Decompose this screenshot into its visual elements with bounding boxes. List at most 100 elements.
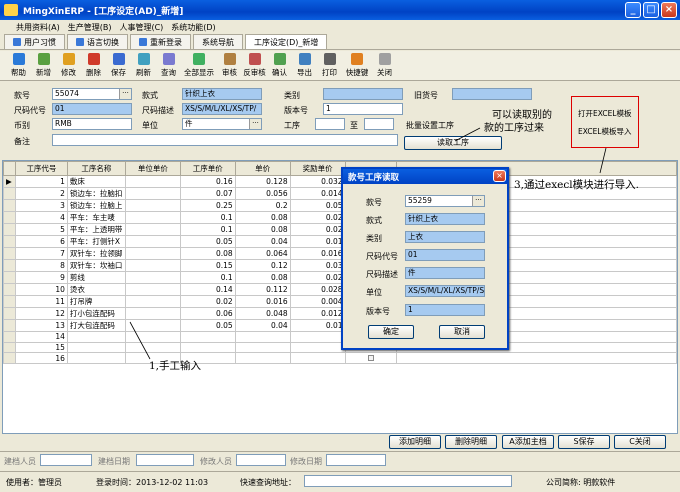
close-bottom-button[interactable]: C关闭: [614, 435, 666, 449]
cell-name[interactable]: 锁边车：拉脑扣: [66, 187, 126, 200]
toolbar-approve-button[interactable]: 审核: [217, 51, 242, 80]
col-header-unit-price[interactable]: 单位单价: [124, 161, 181, 176]
lookup-icon[interactable]: ···: [249, 119, 261, 129]
cell-unit-price[interactable]: [124, 175, 181, 188]
process-to-input[interactable]: [364, 118, 394, 130]
tab-navigation[interactable]: 系统导航: [193, 34, 243, 49]
cell-process-price[interactable]: 0.1: [179, 211, 236, 224]
toolbar-refresh-button[interactable]: 刷新: [131, 51, 156, 80]
cell-unit-price[interactable]: [124, 271, 181, 284]
table-row[interactable]: 4 平车：车主唛 0.1 0.08 0.02: [3, 211, 677, 224]
cell-process-price[interactable]: 0.02: [179, 295, 236, 308]
cell-unit-price[interactable]: [124, 199, 181, 212]
cell-bonus-price[interactable]: 0.032: [289, 175, 346, 188]
cell-price[interactable]: 0.2: [234, 199, 291, 212]
dialog-ok-button[interactable]: 确定: [368, 325, 414, 339]
cell-name[interactable]: 打吊牌: [66, 295, 126, 308]
excel-import-button[interactable]: EXCEL模板导入: [578, 126, 632, 137]
table-row[interactable]: 12 打小包连配码 0.06 0.048 0.012: [3, 307, 677, 320]
cell-name[interactable]: [66, 352, 126, 365]
cell-code[interactable]: 15: [14, 341, 68, 354]
cell-bonus-price[interactable]: 0.01: [289, 319, 346, 332]
dialog-unit-input[interactable]: XS/S/M/L/XL/XS/TP/S: [405, 285, 485, 297]
col-header-code[interactable]: 工序代号: [14, 161, 68, 176]
tab-relogin[interactable]: 重新登录: [130, 34, 191, 49]
cell-check[interactable]: [344, 352, 398, 365]
cell-price[interactable]: [234, 341, 291, 354]
cell-bonus-price[interactable]: 0.02: [289, 223, 346, 236]
cell-process-price[interactable]: 0.07: [179, 187, 236, 200]
lookup-icon[interactable]: ···: [472, 196, 484, 206]
menu-item-hr[interactable]: 人事管理(C): [119, 22, 163, 33]
cell-name[interactable]: 打小包连配码: [66, 307, 126, 320]
cell-bonus-price[interactable]: 0.014: [289, 187, 346, 200]
toolbar-confirm-button[interactable]: 确认: [267, 51, 292, 80]
unit-input[interactable]: 件 ···: [182, 118, 262, 130]
cell-price[interactable]: 0.056: [234, 187, 291, 200]
cell-process-price[interactable]: 0.06: [179, 307, 236, 320]
cell-price[interactable]: 0.112: [234, 283, 291, 296]
cell-unit-price[interactable]: [124, 235, 181, 248]
checkbox[interactable]: [368, 354, 375, 361]
toolbar-help-button[interactable]: 帮助: [6, 51, 31, 80]
read-process-button[interactable]: 读取工序: [404, 136, 502, 150]
old-item-input[interactable]: [452, 88, 532, 100]
cell-bonus-price[interactable]: 0.004: [289, 295, 346, 308]
cell-name[interactable]: 平车：车主唛: [66, 211, 126, 224]
add-detail-button[interactable]: 添加明细: [389, 435, 441, 449]
cell-name[interactable]: 双针车：拉领脚: [66, 247, 126, 260]
cell-price[interactable]: 0.048: [234, 307, 291, 320]
cell-price[interactable]: 0.08: [234, 271, 291, 284]
toolbar-save-button[interactable]: 保存: [106, 51, 131, 80]
open-excel-template-button[interactable]: 打开EXCEL模板: [578, 108, 632, 119]
cell-price[interactable]: 0.016: [234, 295, 291, 308]
cell-process-price[interactable]: [179, 341, 236, 354]
col-header-process-price[interactable]: 工序单价: [179, 161, 236, 176]
table-row[interactable]: 5 平车：上透明带 0.1 0.08 0.02: [3, 223, 677, 236]
cell-name[interactable]: [66, 331, 126, 343]
menu-item-system[interactable]: 系统功能(D): [171, 22, 215, 33]
cell-name[interactable]: 剪线: [66, 271, 126, 284]
cell-price[interactable]: 0.08: [234, 223, 291, 236]
maximize-button[interactable]: □: [643, 2, 659, 18]
cell-price[interactable]: 0.04: [234, 235, 291, 248]
cell-bonus-price[interactable]: [289, 341, 346, 354]
tab-process-setup[interactable]: 工序设定(D)_新增: [245, 34, 328, 49]
table-row[interactable]: 14: [3, 331, 677, 343]
menu-item-common[interactable]: 共用资料(A): [16, 22, 60, 33]
dialog-style-input[interactable]: 针织上衣: [405, 213, 485, 225]
cell-code[interactable]: 3: [14, 199, 68, 212]
currency-input[interactable]: RMB: [52, 118, 132, 130]
dialog-size-desc-input[interactable]: 件: [405, 267, 485, 279]
toolbar-query-button[interactable]: 查询: [156, 51, 181, 80]
cell-unit-price[interactable]: [124, 331, 181, 343]
dialog-cancel-button[interactable]: 取消: [439, 325, 485, 339]
toolbar-edit-button[interactable]: 修改: [56, 51, 81, 80]
cell-process-price[interactable]: 0.05: [179, 319, 236, 332]
cell-code[interactable]: 9: [14, 271, 68, 284]
cell-code[interactable]: 11: [14, 295, 68, 308]
toolbar-shortcut-button[interactable]: 快捷键: [342, 51, 372, 80]
cell-code[interactable]: 10: [14, 283, 68, 296]
toolbar-export-button[interactable]: 导出: [292, 51, 317, 80]
toolbar-new-button[interactable]: 新增: [31, 51, 56, 80]
cell-name[interactable]: 烫衣: [66, 283, 126, 296]
table-row[interactable]: 13 打大包连配码 0.05 0.04 0.01: [3, 319, 677, 332]
table-row[interactable]: 9 剪线 0.1 0.08 0.02: [3, 271, 677, 284]
cell-unit-price[interactable]: [124, 259, 181, 272]
cell-process-price[interactable]: 0.15: [179, 259, 236, 272]
process-from-input[interactable]: [315, 118, 345, 130]
style-input[interactable]: 针织上衣: [182, 88, 262, 100]
table-row[interactable]: 10 烫衣 0.14 0.112 0.028: [3, 283, 677, 296]
toolbar-unapprove-button[interactable]: 反审核: [242, 51, 267, 80]
cell-unit-price[interactable]: [124, 295, 181, 308]
dialog-close-button[interactable]: ×: [493, 170, 506, 182]
style-no-input[interactable]: 55074 ···: [52, 88, 132, 100]
dialog-style-no-input[interactable]: 55259 ···: [405, 195, 485, 207]
cell-code[interactable]: 5: [14, 223, 68, 236]
cell-bonus-price[interactable]: 0.01: [289, 235, 346, 248]
table-row[interactable]: 3 锁边车：拉脑上 0.25 0.2 0.05: [3, 199, 677, 212]
cell-name[interactable]: 平车：打侧针X: [66, 235, 126, 248]
minimize-button[interactable]: _: [625, 2, 641, 18]
cell-price[interactable]: 0.128: [234, 175, 291, 188]
